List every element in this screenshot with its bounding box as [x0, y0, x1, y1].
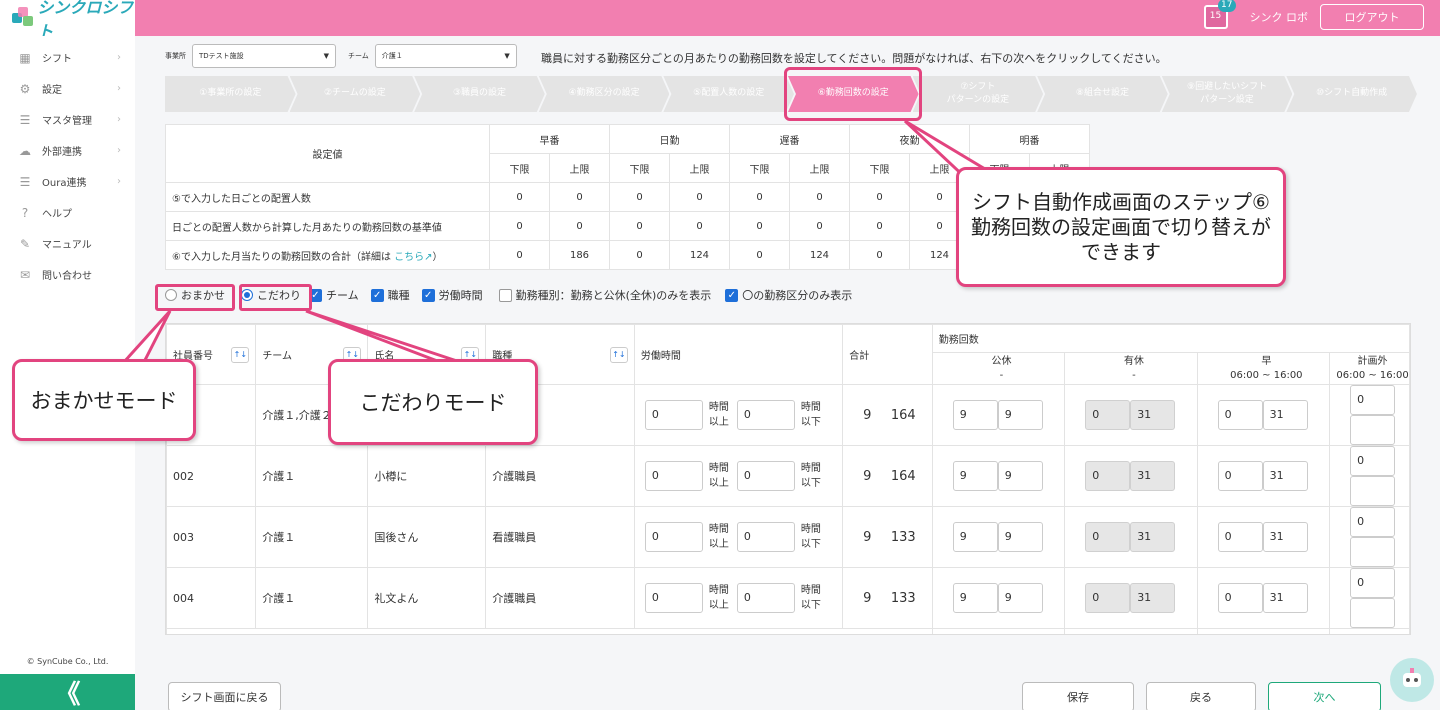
back-to-shift-button[interactable]: シフト画面に戻る [168, 682, 281, 710]
kodawari-callout: こだわりモード [328, 359, 538, 445]
app-root: シンクロシフト 15 17 シンク ロボ ログアウト ▦ シフト › ⚙ 設定 › ☰ マスタ… [0, 0, 1440, 710]
step6-callout: シフト自動作成画面のステップ⑥勤務回数の設定画面で切り替えができます [956, 167, 1286, 287]
save-button[interactable]: 保存 [1022, 682, 1134, 710]
back-button[interactable]: 戻る [1146, 682, 1256, 710]
callout-pointers [120, 119, 994, 364]
next-button[interactable]: 次へ [1268, 682, 1381, 710]
omakase-callout-pointer [120, 309, 172, 364]
robot-assistant-icon[interactable] [1390, 658, 1434, 702]
omakase-callout: おまかせモード [12, 359, 196, 441]
kodawari-callout-pointer [305, 309, 461, 364]
